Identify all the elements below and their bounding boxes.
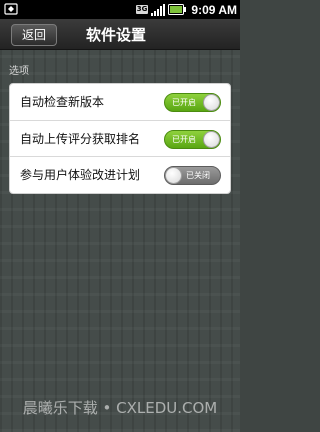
toggle-state-label: 已关闭 bbox=[186, 171, 210, 180]
toggle-knob bbox=[165, 167, 182, 184]
status-bar: 3G 9:09 AM bbox=[0, 0, 240, 19]
section-label: 选项 bbox=[9, 66, 29, 77]
setting-row-user-experience[interactable]: 参与用户体验改进计划 已关闭 bbox=[10, 156, 230, 193]
settings-content: 选项 自动检查新版本 已开启 自动上传评分获取排名 已开启 参与用户体验改进计划… bbox=[0, 50, 240, 432]
page-title: 软件设置 bbox=[86, 26, 147, 44]
signal-icon bbox=[151, 3, 166, 16]
upload-rating-toggle[interactable]: 已开启 bbox=[164, 130, 221, 149]
battery-icon bbox=[168, 4, 187, 15]
user-experience-toggle[interactable]: 已关闭 bbox=[164, 166, 221, 185]
toggle-state-label: 已开启 bbox=[172, 98, 196, 107]
toggle-knob bbox=[203, 94, 220, 111]
setting-row-upload-rating[interactable]: 自动上传评分获取排名 已开启 bbox=[10, 120, 230, 157]
setting-label: 自动上传评分获取排名 bbox=[20, 132, 141, 146]
watermark: 晨曦乐下载 • CXLEDU.COM bbox=[22, 399, 218, 417]
toggle-knob bbox=[203, 131, 220, 148]
settings-panel: 自动检查新版本 已开启 自动上传评分获取排名 已开启 参与用户体验改进计划 已关… bbox=[9, 83, 231, 194]
toggle-state-label: 已开启 bbox=[172, 135, 196, 144]
setting-label: 自动检查新版本 bbox=[20, 95, 105, 109]
auto-update-toggle[interactable]: 已开启 bbox=[164, 93, 221, 112]
setting-row-auto-update[interactable]: 自动检查新版本 已开启 bbox=[10, 84, 230, 121]
clock: 9:09 AM bbox=[191, 2, 237, 17]
back-button[interactable]: 返回 bbox=[11, 24, 57, 46]
title-bar: 返回 软件设置 bbox=[0, 19, 240, 50]
network-badge: 3G bbox=[135, 5, 149, 14]
setting-label: 参与用户体验改进计划 bbox=[20, 168, 141, 182]
notification-icon bbox=[4, 3, 18, 15]
